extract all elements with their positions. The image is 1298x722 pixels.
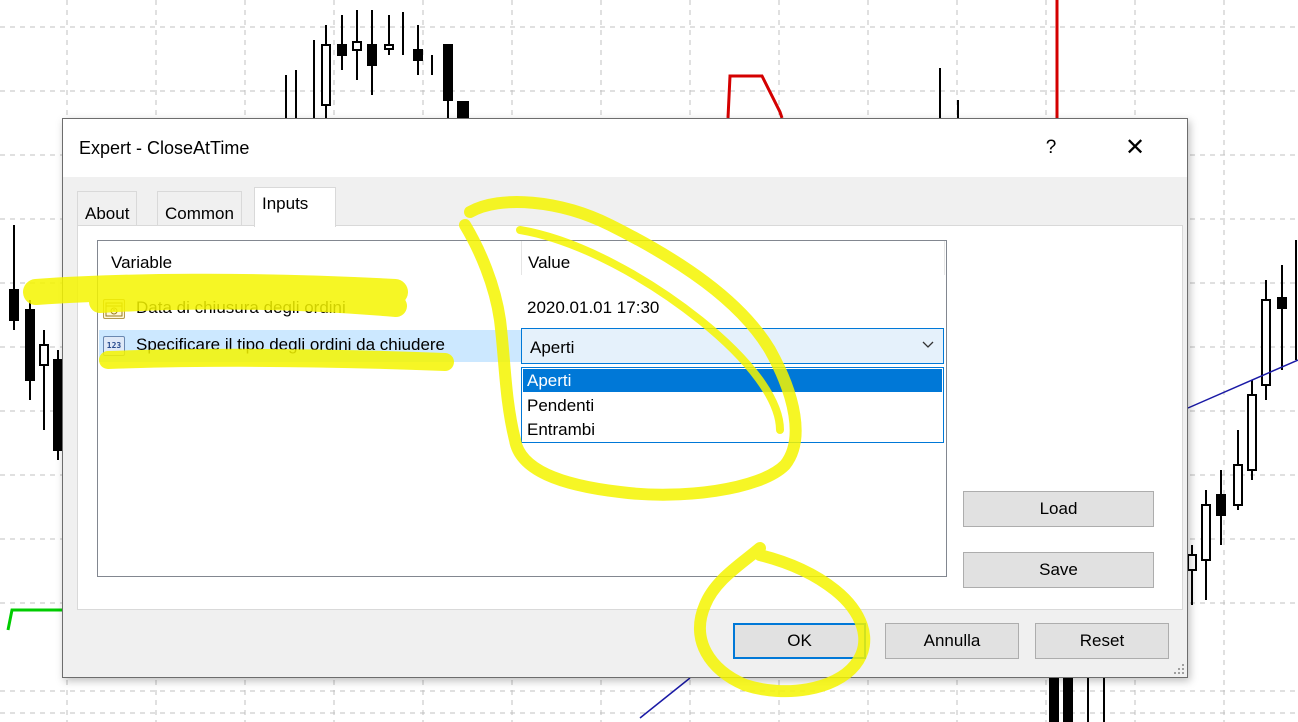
load-button[interactable]: Load <box>963 491 1154 527</box>
dialog-titlebar[interactable]: Expert - CloseAtTime ? ✕ <box>63 119 1187 177</box>
save-button[interactable]: Save <box>963 552 1154 588</box>
close-button[interactable]: ✕ <box>1113 131 1157 165</box>
number-123-icon: 123 <box>103 336 125 356</box>
cancel-button[interactable]: Annulla <box>885 623 1019 659</box>
column-divider[interactable] <box>521 241 522 275</box>
candles-left <box>9 225 63 460</box>
dialog-title: Expert - CloseAtTime <box>79 138 250 158</box>
tab-common[interactable]: Common <box>157 191 242 226</box>
order-type-dropdown-list: Aperti Pendenti Entrambi <box>521 367 944 443</box>
table-row[interactable]: Data di chiusura degli ordini 2020.01.01… <box>99 293 945 325</box>
tab-inputs[interactable]: Inputs <box>254 187 336 227</box>
blue-indicator-line-bottom <box>639 677 691 719</box>
red-indicator-bump <box>726 74 784 119</box>
column-header-value[interactable]: Value <box>528 253 570 273</box>
help-button[interactable]: ? <box>1031 133 1071 163</box>
variable-name: Specificare il tipo degli ordini da chiu… <box>136 335 446 354</box>
blue-indicator-line <box>1187 359 1298 409</box>
order-type-select[interactable]: Aperti <box>521 328 944 364</box>
reset-button[interactable]: Reset <box>1035 623 1169 659</box>
expert-properties-dialog: Expert - CloseAtTime ? ✕ About Common In… <box>62 118 1188 678</box>
green-indicator-line <box>6 608 62 631</box>
table-row-selected[interactable]: 123 Specificare il tipo degli ordini da … <box>99 330 522 362</box>
column-header-variable[interactable]: Variable <box>111 253 172 273</box>
variable-name: Data di chiusura degli ordini <box>136 298 346 317</box>
variable-value[interactable]: 2020.01.01 17:30 <box>527 298 659 318</box>
resize-grip-icon[interactable] <box>1173 663 1185 675</box>
dropdown-option-entrambi[interactable]: Entrambi <box>523 418 942 441</box>
column-divider[interactable] <box>944 241 945 275</box>
dropdown-option-aperti[interactable]: Aperti <box>523 369 942 392</box>
chevron-down-icon[interactable] <box>921 337 935 351</box>
tab-about[interactable]: About <box>77 191 138 226</box>
dropdown-option-pendenti[interactable]: Pendenti <box>523 394 942 417</box>
ok-button[interactable]: OK <box>733 623 866 659</box>
calendar-icon <box>103 299 125 319</box>
order-type-selected-value: Aperti <box>530 338 575 357</box>
